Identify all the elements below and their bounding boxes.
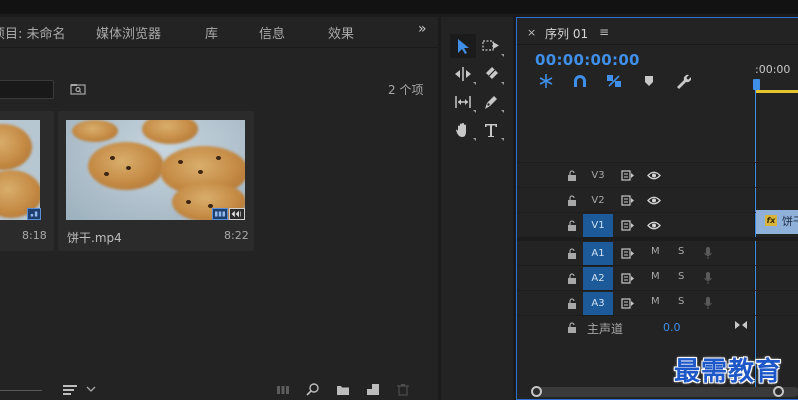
linked-selection-icon[interactable] [606,73,622,89]
wrench-icon[interactable] [675,73,691,89]
solo-button[interactable]: S [678,246,684,257]
sync-lock-icon[interactable] [621,298,635,309]
track-name[interactable]: V3 [583,164,613,187]
new-bin-icon[interactable] [336,383,350,396]
type-icon [485,124,497,137]
watermark-logo: 最需教育 [674,357,783,387]
top-bar [0,0,798,14]
sync-lock-icon[interactable] [621,195,635,206]
tab-project[interactable]: 项目: 未命名 [0,23,66,42]
fx-badge: fx [765,215,777,226]
tab-media-browser[interactable]: 媒体浏览器 [96,23,161,42]
mute-button[interactable]: M [651,296,660,307]
selection-arrow-icon [458,39,469,54]
selection-tool[interactable] [450,34,476,58]
track-a3: A3 M S [517,291,798,316]
microphone-icon[interactable] [703,296,713,310]
master-volume-value[interactable]: 0.0 [663,321,681,334]
tabs-overflow-button[interactable]: » [418,21,426,37]
mute-button[interactable]: M [651,271,660,282]
trash-icon[interactable] [396,383,410,396]
track-a2: A2 M S [517,266,798,291]
clip-type-icon [27,208,41,220]
track-v3: V3 [517,163,798,188]
sync-lock-icon[interactable] [621,220,635,231]
solo-button[interactable]: S [678,296,684,307]
lock-icon[interactable] [567,322,577,333]
snap-magnet-icon[interactable] [572,73,588,89]
scroll-handle-left[interactable] [531,386,542,397]
razor-icon [486,67,498,79]
timecode-display[interactable]: 00:00:00:00 [535,51,640,69]
project-tabs: 项目: 未命名 媒体浏览器 库 信息 效果 » [0,17,438,47]
tools-panel [441,17,513,400]
item-count: 2 个项 [388,83,424,97]
marker-icon[interactable] [641,73,657,89]
tab-info[interactable]: 信息 [259,23,285,42]
microphone-icon[interactable] [703,246,713,260]
lock-icon[interactable] [567,170,577,181]
track-name[interactable]: A3 [583,292,613,315]
lock-icon[interactable] [567,298,577,309]
tab-sequence[interactable]: 序列 01 [545,25,588,42]
find-icon[interactable] [306,383,320,396]
chevron-down-icon[interactable] [86,385,96,393]
close-icon[interactable]: × [527,26,536,39]
timeline-panel: × 序列 01 ≡ 00:00:00:00 :00:00 V3 V2 V1 A1… [516,17,798,400]
timeline-clip[interactable]: fx 饼干 [756,210,798,234]
ruler-timecode: :00:00 [755,63,791,76]
track-select-icon [482,40,499,51]
microphone-icon[interactable] [703,271,713,285]
eye-icon[interactable] [647,195,661,206]
list-view-icon[interactable] [62,384,78,396]
mute-button[interactable]: M [651,246,660,257]
tab-libraries[interactable]: 库 [205,23,218,42]
solo-button[interactable]: S [678,271,684,282]
clip-duration: 8:22 [224,229,249,242]
tab-effects[interactable]: 效果 [328,23,354,42]
panel-menu-icon[interactable]: ≡ [599,25,609,39]
pen-icon [485,96,497,109]
clip-thumbnail [66,120,245,220]
clip-card[interactable]: 8:18 [0,111,54,251]
slip-icon [455,96,471,108]
lock-icon[interactable] [567,248,577,259]
lock-icon[interactable] [567,220,577,231]
lock-icon[interactable] [567,273,577,284]
search-input[interactable] [0,80,54,99]
automate-to-sequence-icon[interactable] [276,383,290,396]
nest-icon[interactable] [538,73,554,89]
lock-icon[interactable] [567,195,577,206]
track-name[interactable]: A2 [583,267,613,290]
track-name[interactable]: A1 [583,242,613,265]
eye-icon[interactable] [647,220,661,231]
project-panel: 项目: 未命名 媒体浏览器 库 信息 效果 » 2 个项 8:18 [0,17,438,400]
clip-name: 饼干.mp4 [67,231,122,245]
find-icon[interactable] [70,83,86,95]
horizontal-scrollbar[interactable] [531,387,798,397]
timeline-clip-name: 饼干 [782,215,798,228]
sync-lock-icon[interactable] [621,273,635,284]
eye-icon[interactable] [647,170,661,181]
clip-card[interactable]: 饼干.mp4 8:22 [58,111,254,251]
zoom-slider[interactable] [0,390,42,391]
master-track-label: 主声道 [587,322,624,336]
clip-duration: 8:18 [22,229,47,242]
track-name[interactable]: V2 [583,189,613,212]
go-to-end-icon[interactable] [735,320,747,330]
track-a1: A1 M S [517,241,798,266]
divider [0,47,438,48]
new-item-icon[interactable] [366,383,380,396]
clip-thumbnail [0,120,40,220]
sync-lock-icon[interactable] [621,170,635,181]
ripple-edit-icon [455,67,471,81]
track-name[interactable]: V1 [583,214,613,237]
audio-badge-icon [229,208,245,220]
hand-icon [456,123,466,137]
video-badge-icon [212,208,228,220]
work-area-bar[interactable] [755,90,798,93]
sync-lock-icon[interactable] [621,248,635,259]
divider [517,44,798,45]
